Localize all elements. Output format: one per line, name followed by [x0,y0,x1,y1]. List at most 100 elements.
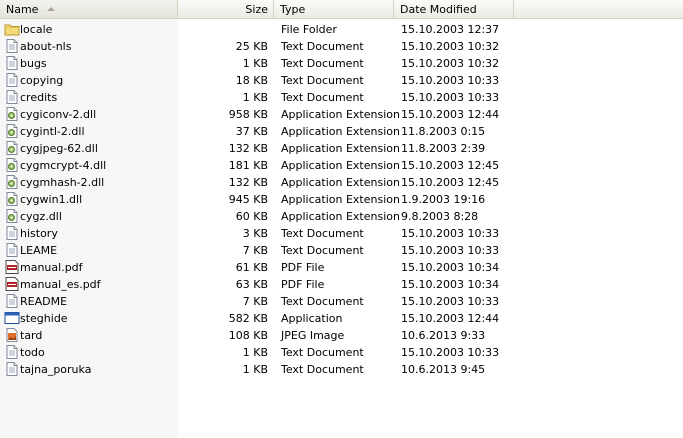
dll-icon [4,191,20,208]
file-name-cell[interactable]: history [4,225,176,242]
file-row[interactable]: cygmhash-2.dll 132 KB Application Extensio… [0,174,683,191]
file-row[interactable]: locale File Folder 15.10.2003 12:37 [0,21,683,38]
file-row[interactable]: cygjpeg-62.dll 132 KB Application Extensio… [0,140,683,157]
file-row[interactable]: copying 18 KB Text Document 15.10.2003 10:3… [0,72,683,89]
file-type: PDF File [281,261,325,274]
file-size: 37 KB [235,125,268,138]
file-size: 1 KB [242,363,268,376]
column-header-filler [514,0,683,18]
file-name-cell[interactable]: manual_es.pdf [4,276,176,293]
file-date-modified: 15.10.2003 10:32 [401,57,500,70]
file-name-cell[interactable]: cygmhash-2.dll [4,174,176,191]
file-row[interactable]: about-nls 25 KB Text Document 15.10.2003 10… [0,38,683,55]
column-header-date-modified[interactable]: Date Modified [394,0,514,18]
file-row[interactable]: cygiconv-2.dll 958 KB Application Extensio… [0,106,683,123]
file-size: 25 KB [235,40,268,53]
file-row[interactable]: cygintl-2.dll 37 KB Application Extension 1… [0,123,683,140]
file-type: Text Document [281,91,364,104]
file-row[interactable]: LEAME 7 KB Text Document 15.10.2003 10:33 [0,242,683,259]
file-name-cell[interactable]: bugs [4,55,176,72]
file-name-cell[interactable]: tard [4,327,176,344]
text-document-icon [4,72,20,89]
file-type: Text Document [281,227,364,240]
file-row[interactable]: steghide 582 KB Application 15.10.2003 12:4… [0,310,683,327]
file-size: 1 KB [242,57,268,70]
file-type: Text Document [281,40,364,53]
dll-icon [4,174,20,191]
file-list: locale File Folder 15.10.2003 12:37 about-n… [0,21,683,378]
dll-icon [4,123,20,140]
file-type: Application Extension [281,176,400,189]
text-document-icon [4,55,20,72]
file-type: Text Document [281,74,364,87]
dll-icon [4,106,20,123]
file-name-cell[interactable]: cygjpeg-62.dll [4,140,176,157]
file-name-cell[interactable]: todo [4,344,176,361]
column-header-date-label: Date Modified [400,3,477,16]
file-size: 18 KB [235,74,268,87]
file-size: 181 KB [228,159,268,172]
sort-ascending-icon [47,7,55,11]
file-name: cygmhash-2.dll [20,176,105,189]
file-type: Application Extension [281,159,400,172]
file-date-modified: 15.10.2003 10:32 [401,40,500,53]
file-size: 61 KB [235,261,268,274]
file-type: Application [281,312,343,325]
file-name-cell[interactable]: about-nls [4,38,176,55]
file-name-cell[interactable]: cygz.dll [4,208,176,225]
application-icon [4,310,20,327]
file-name-cell[interactable]: README [4,293,176,310]
file-row[interactable]: cygmcrypt-4.dll 181 KB Application Extensi… [0,157,683,174]
file-date-modified: 15.10.2003 10:33 [401,227,500,240]
file-size: 132 KB [228,176,268,189]
file-name-cell[interactable]: locale [4,21,176,38]
file-row[interactable]: tard 108 KB JPEG Image 10.6.2013 9:33 [0,327,683,344]
file-date-modified: 15.10.2003 12:45 [401,159,500,172]
text-document-icon [4,38,20,55]
file-name-cell[interactable]: cygiconv-2.dll [4,106,176,123]
file-row[interactable]: tajna_poruka 1 KB Text Document 10.6.2013 9… [0,361,683,378]
file-type: File Folder [281,23,337,36]
file-row[interactable]: bugs 1 KB Text Document 15.10.2003 10:32 [0,55,683,72]
text-document-icon [4,225,20,242]
file-row[interactable]: credits 1 KB Text Document 15.10.2003 10:33 [0,89,683,106]
file-type: Application Extension [281,193,400,206]
file-date-modified: 10.6.2013 9:45 [401,363,486,376]
column-header-size-label: Size [245,3,268,16]
file-name-cell[interactable]: copying [4,72,176,89]
file-name-cell[interactable]: steghide [4,310,176,327]
file-name: manual.pdf [20,261,83,274]
file-row[interactable]: README 7 KB Text Document 15.10.2003 10:33 [0,293,683,310]
file-name: cygjpeg-62.dll [20,142,98,155]
file-name-cell[interactable]: LEAME [4,242,176,259]
file-name-cell[interactable]: cygintl-2.dll [4,123,176,140]
file-date-modified: 11.8.2003 2:39 [401,142,486,155]
file-row[interactable]: manual.pdf 61 KB PDF File 15.10.2003 10:34 [0,259,683,276]
file-size: 1 KB [242,91,268,104]
file-row[interactable]: todo 1 KB Text Document 15.10.2003 10:33 [0,344,683,361]
file-type: Text Document [281,363,364,376]
file-type: Application Extension [281,108,400,121]
column-header-name[interactable]: Name [0,0,178,18]
file-date-modified: 9.8.2003 8:28 [401,210,479,223]
file-name-cell[interactable]: manual.pdf [4,259,176,276]
file-size: 1 KB [242,346,268,359]
file-name: tard [20,329,43,342]
file-date-modified: 15.10.2003 12:44 [401,108,500,121]
file-row[interactable]: history 3 KB Text Document 15.10.2003 10:33 [0,225,683,242]
file-size [180,21,268,38]
file-name-cell[interactable]: credits [4,89,176,106]
column-header-type[interactable]: Type [274,0,394,18]
dll-icon [4,208,20,225]
file-row[interactable]: manual_es.pdf 63 KB PDF File 15.10.2003 10:… [0,276,683,293]
file-name-cell[interactable]: tajna_poruka [4,361,176,378]
file-name-cell[interactable]: cygwin1.dll [4,191,176,208]
file-name: cygintl-2.dll [20,125,85,138]
file-name-cell[interactable]: cygmcrypt-4.dll [4,157,176,174]
text-document-icon [4,344,20,361]
file-row[interactable]: cygz.dll 60 KB Application Extension 9.8.20… [0,208,683,225]
file-date-modified: 15.10.2003 10:33 [401,74,500,87]
file-row[interactable]: cygwin1.dll 945 KB Application Extension 1.… [0,191,683,208]
column-header-size[interactable]: Size [178,0,274,18]
file-name: todo [20,346,45,359]
